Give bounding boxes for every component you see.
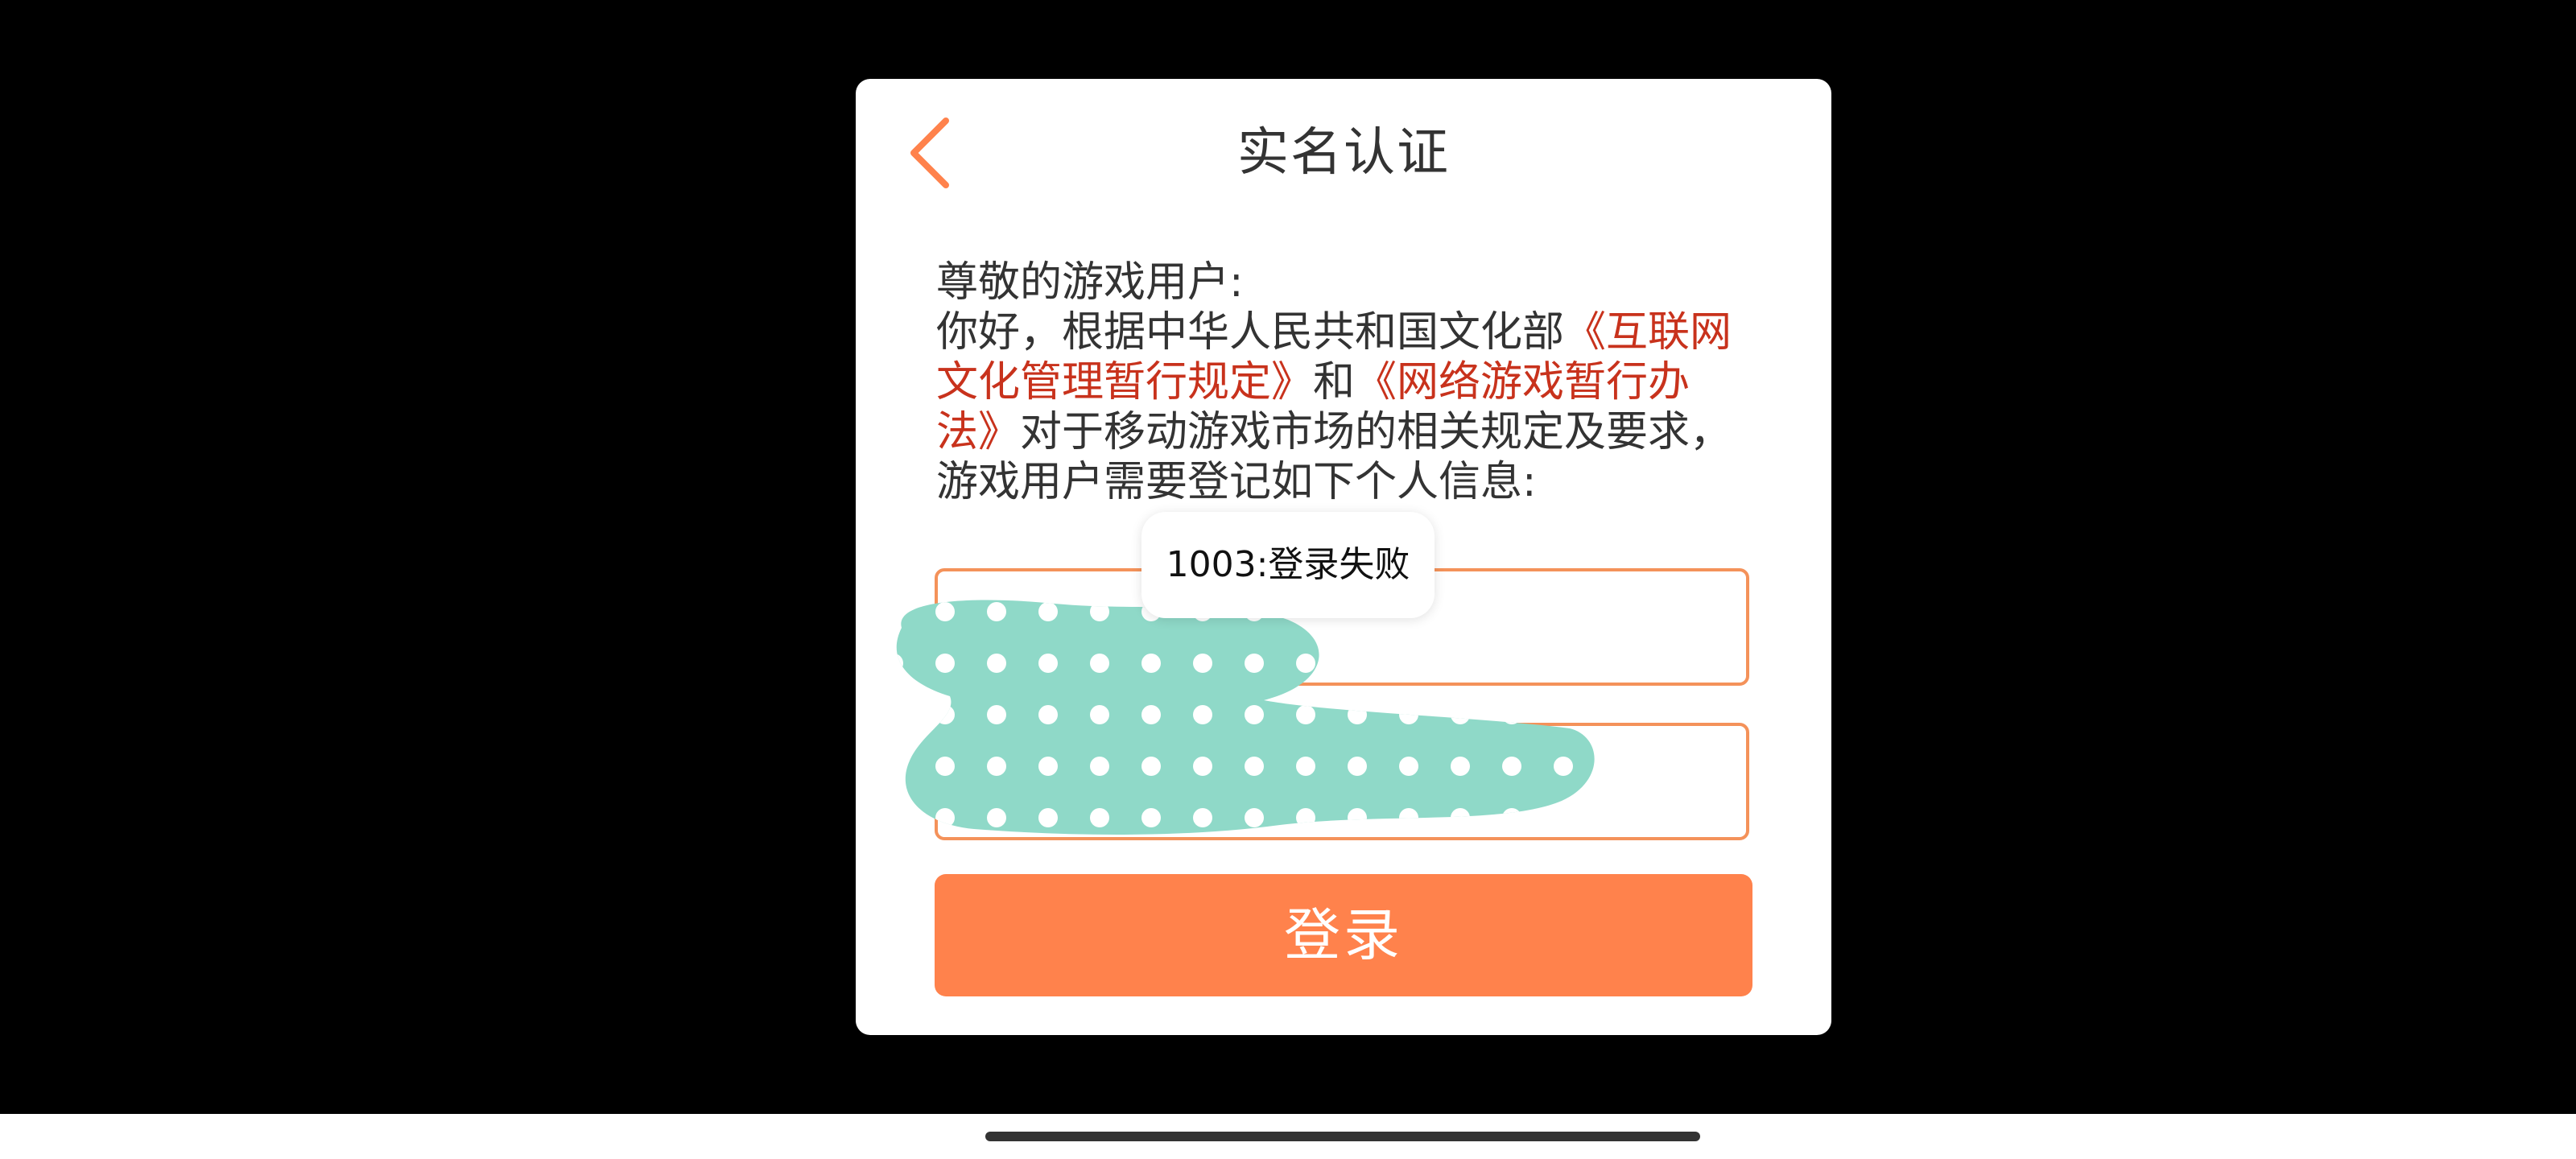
redaction-overlay — [877, 596, 1610, 853]
notice-part3: 对于移动游戏市场的相关规定及要求，游戏用户需要登记如下个人信息: — [936, 408, 1732, 506]
dialog-title: 实名认证 — [1237, 123, 1450, 183]
screen: 实名认证 尊敬的游戏用户: 你好，根据中华人民共和国文化部《互联网文化管理暂行规… — [0, 0, 2576, 1159]
notice-part1: 你好，根据中华人民共和国文化部 — [936, 308, 1565, 357]
notice-greeting: 尊敬的游戏用户: — [936, 258, 1244, 307]
login-button[interactable]: 登录 — [935, 874, 1752, 996]
notice-part2: 和 — [1313, 358, 1356, 406]
error-toast: 1003:登录失败 — [1141, 512, 1435, 618]
home-indicator[interactable] — [985, 1132, 1700, 1141]
notice-text: 尊敬的游戏用户: 你好，根据中华人民共和国文化部《互联网文化管理暂行规定》和《网… — [936, 258, 1741, 507]
